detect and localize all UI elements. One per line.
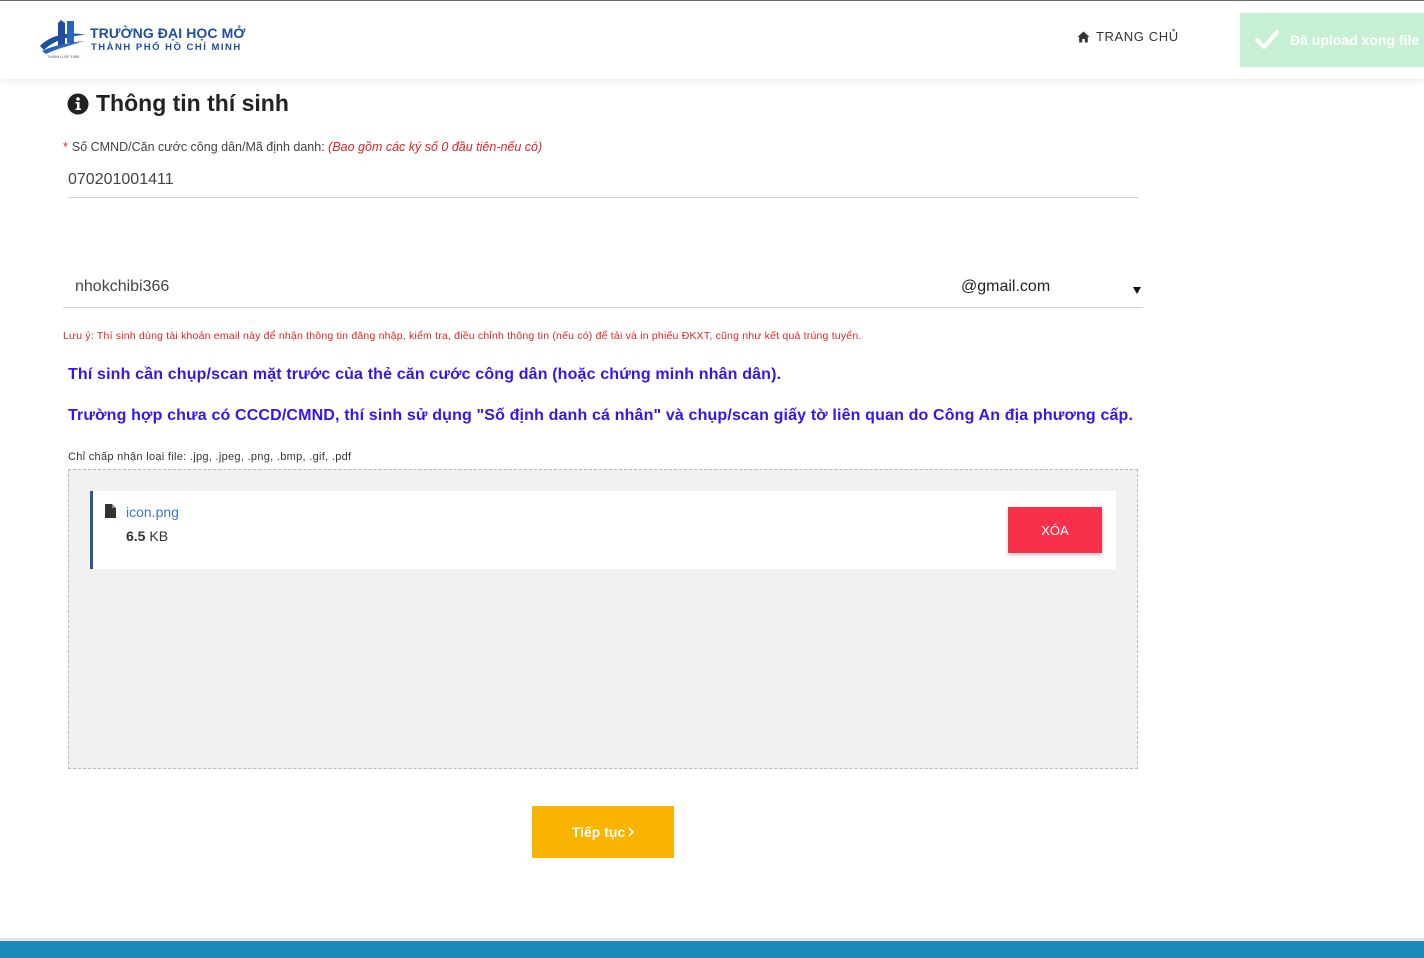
logo-title: TRƯỜNG ĐẠI HỌC MỞ bbox=[90, 25, 246, 41]
instruction-text: Trường hợp chưa có CCCD/CMND, thí sinh s… bbox=[68, 407, 1134, 424]
email-note: Lưu ý: Thí sinh dùng tài khoản email này… bbox=[63, 330, 862, 342]
instruction-text: Thí sinh cần chụp/scan mặt trước của thẻ… bbox=[68, 366, 782, 383]
uploaded-file-item: icon.png 6.5 KB XÓA bbox=[90, 491, 1116, 569]
id-field-label-text: Số CMND/Căn cước công dân/Mã định danh: bbox=[71, 140, 325, 154]
file-name-link[interactable]: icon.png bbox=[126, 504, 179, 520]
continue-button[interactable]: Tiếp tục bbox=[532, 806, 674, 858]
toast-message: Đã upload xong file bbox=[1290, 32, 1420, 48]
id-field-label: * Số CMND/Căn cước công dân/Mã định danh:… bbox=[63, 140, 542, 154]
id-number-input[interactable] bbox=[68, 162, 1138, 198]
logo-founded-text: THÀNH LẬP 1990 bbox=[47, 54, 80, 59]
page-title: Thông tin thí sinh bbox=[67, 90, 289, 117]
id-field-hint: (Bao gồm các ký số 0 đầu tiên-nếu có) bbox=[328, 140, 543, 154]
logo-mark-icon bbox=[40, 20, 86, 54]
nav-home-link[interactable]: TRANG CHỦ bbox=[1077, 29, 1179, 44]
email-field: nhokchibi366 @gmail.com bbox=[63, 270, 1143, 308]
home-icon bbox=[1077, 31, 1090, 42]
delete-file-button[interactable]: XÓA bbox=[1008, 507, 1102, 553]
university-logo[interactable]: TRƯỜNG ĐẠI HỌC MỞ THÀNH PHỐ HỒ CHÍ MINH … bbox=[38, 19, 248, 63]
file-icon bbox=[105, 504, 116, 518]
upload-success-toast[interactable]: Đã upload xong file bbox=[1240, 13, 1424, 67]
site-header: TRƯỜNG ĐẠI HỌC MỞ THÀNH PHỐ HỒ CHÍ MINH … bbox=[0, 1, 1424, 79]
file-size-value: 6.5 bbox=[126, 528, 146, 544]
required-mark: * bbox=[63, 140, 68, 154]
info-circle-icon bbox=[67, 93, 89, 114]
nav-home-label: TRANG CHỦ bbox=[1096, 29, 1179, 44]
file-size-unit: KB bbox=[149, 528, 169, 544]
check-icon bbox=[1255, 30, 1279, 49]
email-username-input[interactable]: nhokchibi366 bbox=[75, 278, 675, 296]
site-footer bbox=[0, 941, 1424, 958]
file-dropzone[interactable]: icon.png 6.5 KB XÓA bbox=[68, 469, 1138, 769]
file-size: 6.5 KB bbox=[126, 528, 168, 544]
continue-button-label: Tiếp tục bbox=[571, 824, 626, 840]
logo-subtitle: THÀNH PHỐ HỒ CHÍ MINH bbox=[91, 42, 242, 53]
page-title-text: Thông tin thí sinh bbox=[96, 90, 289, 116]
accepted-file-types: Chỉ chấp nhận loại file: .jpg, .jpeg, .p… bbox=[68, 451, 352, 463]
chevron-right-icon bbox=[628, 827, 635, 837]
chevron-down-icon[interactable] bbox=[1133, 287, 1141, 294]
email-domain-select[interactable]: @gmail.com bbox=[961, 278, 1050, 296]
